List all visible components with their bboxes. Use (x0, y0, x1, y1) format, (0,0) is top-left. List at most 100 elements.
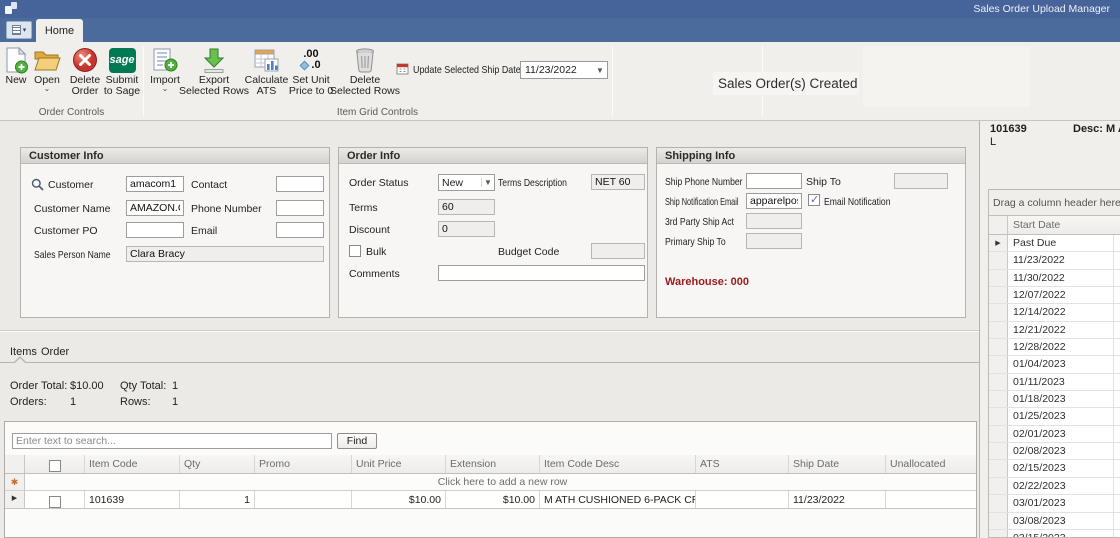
grid-data-row[interactable]: ▶ 101639 1 $10.00 $10.00 M ATH CUSHIONED… (5, 491, 976, 509)
delete-order-button[interactable]: Delete Order (65, 45, 105, 107)
start-date-row[interactable]: 01/04/2023 (989, 356, 1120, 374)
start-date-row[interactable]: 12/21/2022 (989, 321, 1120, 340)
export-selected-rows-button[interactable]: Export Selected Rows (179, 45, 249, 107)
col-header-start-date[interactable]: Start Date (1008, 216, 1120, 234)
col-header-extension[interactable]: Extension (446, 455, 540, 473)
order-status-select[interactable]: New ▼ (438, 174, 495, 191)
start-date-row[interactable]: 03/01/2023 (989, 495, 1120, 513)
start-date-value[interactable]: 11/23/2022 (1008, 252, 1114, 269)
row-indicator-cell (989, 356, 1008, 373)
import-button[interactable]: Import ⌄ (146, 45, 184, 107)
find-button[interactable]: Find (337, 433, 377, 449)
cell-ship-date[interactable]: 11/23/2022 (789, 491, 886, 508)
start-date-row[interactable]: 12/14/2022 (989, 304, 1120, 322)
group-by-hint[interactable]: Drag a column header here to gr (989, 190, 1120, 216)
customer-po-input[interactable] (126, 222, 184, 238)
start-date-value[interactable]: 01/25/2023 (1008, 408, 1114, 425)
select-all-checkbox[interactable] (48, 460, 61, 472)
submit-to-sage-button[interactable]: sage Submit to Sage (103, 45, 141, 107)
cell-promo[interactable] (255, 491, 352, 508)
set-unit-price-button[interactable]: .00 .0 Set Unit Price to 0 (289, 45, 333, 107)
row-checkbox[interactable] (48, 496, 61, 508)
row-indicator-cell (989, 391, 1008, 408)
col-header-promo[interactable]: Promo (255, 455, 352, 473)
comments-input[interactable] (438, 265, 645, 281)
start-date-row[interactable]: 03/08/2023 (989, 512, 1120, 530)
tab-home[interactable]: Home (36, 19, 83, 42)
calculate-ats-button[interactable]: Calculate ATS (244, 45, 289, 107)
customer-input[interactable] (126, 176, 184, 192)
col-header-unit-price[interactable]: Unit Price (352, 455, 446, 473)
bulk-checkbox[interactable] (349, 245, 361, 257)
cell-qty[interactable]: 1 (180, 491, 255, 508)
start-date-value[interactable]: 12/28/2022 (1008, 339, 1114, 356)
start-date-value[interactable]: Past Due (1008, 235, 1114, 252)
col-header-ats[interactable]: ATS (696, 455, 789, 473)
start-date-row[interactable]: 01/25/2023 (989, 408, 1120, 426)
new-button[interactable]: New (2, 45, 30, 107)
grid-add-row[interactable]: ✱ Click here to add a new row (5, 474, 976, 491)
email-notification-checkbox[interactable] (808, 193, 820, 206)
col-header-item-code[interactable]: Item Code (85, 455, 180, 473)
start-date-row[interactable]: 02/15/2023 (989, 460, 1120, 478)
window-title: Sales Order Upload Manager (973, 3, 1110, 15)
sales-person-field (126, 246, 324, 262)
col-header-qty[interactable]: Qty (180, 455, 255, 473)
title-bar: Sales Order Upload Manager (0, 0, 1120, 18)
tab-order[interactable]: Order (41, 346, 69, 358)
search-input[interactable] (12, 433, 332, 449)
terms-description-label: Terms Description (498, 177, 567, 189)
cell-item-code-desc[interactable]: M ATH CUSHIONED 6-PACK CREW (540, 491, 696, 508)
start-date-value[interactable]: 11/30/2022 (1008, 269, 1114, 287)
start-date-value[interactable]: 02/15/2023 (1008, 460, 1114, 477)
import-icon (152, 45, 178, 75)
start-date-row[interactable]: 02/01/2023 (989, 425, 1120, 444)
start-date-row[interactable]: 01/11/2023 (989, 373, 1120, 392)
start-date-value[interactable]: 03/08/2023 (1008, 512, 1114, 529)
col-header-item-code-desc[interactable]: Item Code Desc (540, 455, 696, 473)
start-date-row[interactable]: 02/08/2023 (989, 443, 1120, 461)
start-date-value[interactable]: 01/11/2023 (1008, 373, 1114, 391)
start-date-row[interactable]: 03/15/2023 (989, 529, 1120, 537)
phone-number-input[interactable] (276, 200, 324, 216)
start-date-value[interactable]: 02/01/2023 (1008, 425, 1114, 443)
contact-input[interactable] (276, 176, 324, 192)
ship-phone-input[interactable] (746, 173, 802, 189)
start-date-value[interactable]: 12/07/2022 (1008, 287, 1114, 304)
ship-notification-email-input[interactable] (746, 193, 802, 209)
start-date-row[interactable]: ▶ Past Due (989, 235, 1120, 253)
qty-total-value: 1 (172, 380, 179, 392)
cell-ats[interactable] (696, 491, 789, 508)
start-date-value[interactable]: 03/01/2023 (1008, 495, 1114, 512)
cell-item-code[interactable]: 101639 (85, 491, 180, 508)
start-date-value[interactable]: 12/14/2022 (1008, 304, 1114, 321)
add-row-text[interactable]: Click here to add a new row (25, 474, 976, 490)
start-date-value[interactable]: 12/21/2022 (1008, 321, 1114, 339)
email-input[interactable] (276, 222, 324, 238)
start-date-row[interactable]: 12/07/2022 (989, 287, 1120, 305)
col-header-unallocated[interactable]: Unallocated (886, 455, 976, 473)
start-date-value[interactable]: 01/18/2023 (1008, 391, 1114, 408)
cell-unallocated[interactable] (886, 491, 976, 508)
group-label-item-grid-controls: Item Grid Controls (336, 107, 419, 118)
open-button[interactable]: Open ⌄ (31, 45, 63, 107)
start-date-row[interactable]: 11/23/2022 (989, 252, 1120, 270)
start-date-value[interactable]: 02/22/2023 (1008, 477, 1114, 495)
row-checkbox-cell (25, 491, 85, 508)
start-date-row[interactable]: 12/28/2022 (989, 339, 1120, 357)
cell-unit-price[interactable]: $10.00 (352, 491, 446, 508)
start-date-row[interactable]: 02/22/2023 (989, 477, 1120, 496)
start-date-row[interactable]: 01/18/2023 (989, 391, 1120, 409)
application-menu-button[interactable]: ▾ (6, 21, 32, 39)
start-date-value[interactable]: 03/15/2023 (1008, 529, 1114, 537)
delete-selected-rows-button[interactable]: Delete Selected Rows (330, 45, 400, 107)
chevron-down-icon: ⌄ (161, 84, 169, 93)
start-date-value[interactable]: 01/04/2023 (1008, 356, 1114, 373)
customer-name-input[interactable] (126, 200, 184, 216)
cell-extension[interactable]: $10.00 (446, 491, 540, 508)
ship-date-picker[interactable]: 11/23/2022 ▼ (520, 61, 608, 79)
col-header-ship-date[interactable]: Ship Date (789, 455, 886, 473)
start-date-row[interactable]: 11/30/2022 (989, 269, 1120, 288)
start-date-value[interactable]: 02/08/2023 (1008, 443, 1114, 460)
search-icon[interactable] (31, 178, 44, 194)
